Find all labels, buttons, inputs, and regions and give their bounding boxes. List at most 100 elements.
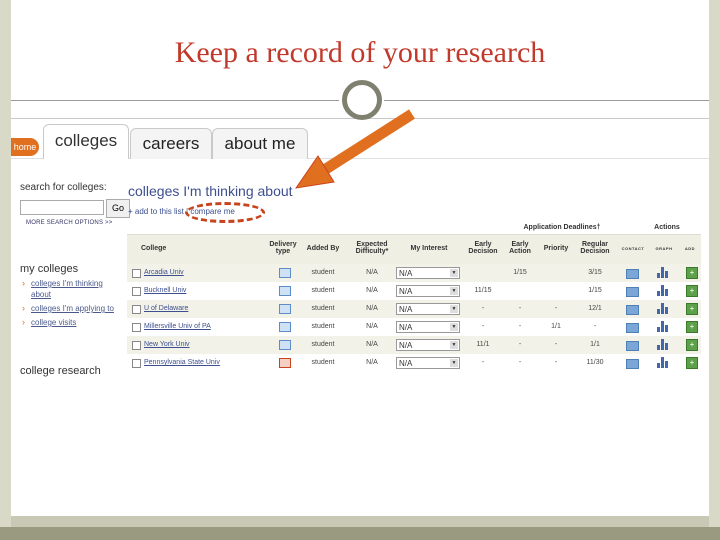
interest-select-value: N/A bbox=[399, 305, 413, 314]
col-difficulty: Expected Difficulty* bbox=[355, 241, 389, 255]
tab-about-me[interactable]: about me bbox=[212, 128, 308, 159]
interest-select[interactable]: N/A ▼ bbox=[396, 357, 460, 369]
college-link[interactable]: Millersville Univ of PA bbox=[144, 318, 211, 336]
slide-title: Keep a record of your research bbox=[174, 36, 546, 69]
more-search-options-link[interactable]: MORE SEARCH OPTIONS >> bbox=[26, 220, 112, 226]
envelope-icon[interactable] bbox=[626, 269, 639, 279]
add-icon[interactable]: + bbox=[686, 303, 698, 315]
col-early-action: Early Action bbox=[509, 241, 531, 255]
add-icon[interactable]: + bbox=[686, 285, 698, 297]
row-checkbox[interactable] bbox=[132, 359, 141, 368]
col-college: College bbox=[141, 244, 167, 252]
bar-chart-icon[interactable] bbox=[657, 267, 668, 278]
chevron-right-icon: › bbox=[22, 303, 25, 313]
bar-chart-icon[interactable] bbox=[657, 303, 668, 314]
difficulty-cell: N/A bbox=[366, 341, 378, 348]
bar-chart-icon[interactable] bbox=[657, 339, 668, 350]
college-link[interactable]: Bucknell Univ bbox=[144, 282, 186, 300]
college-link[interactable]: Pennsylvania State Univ bbox=[144, 354, 220, 372]
col-add: ADD bbox=[684, 245, 696, 251]
chevron-down-icon: ▼ bbox=[450, 341, 458, 349]
bar-chart-icon[interactable] bbox=[657, 285, 668, 296]
added-by-cell: student bbox=[311, 341, 335, 348]
nav-link-thinking[interactable]: › colleges I'm thinking about bbox=[22, 278, 122, 300]
row-checkbox[interactable] bbox=[132, 287, 141, 296]
difficulty-cell: N/A bbox=[366, 323, 378, 330]
priority-cell: - bbox=[554, 359, 558, 366]
early-action-cell: - bbox=[518, 341, 522, 348]
interest-select[interactable]: N/A ▼ bbox=[396, 285, 460, 297]
early-decision-cell: - bbox=[481, 323, 485, 330]
table-row: New York Univ student N/A N/A ▼ 11/1 - - 1/1 + bbox=[127, 336, 701, 354]
envelope-icon[interactable] bbox=[626, 305, 639, 315]
regular-decision-cell: 12/1 bbox=[588, 305, 602, 312]
interest-select[interactable]: N/A ▼ bbox=[396, 321, 460, 333]
interest-select[interactable]: N/A ▼ bbox=[396, 267, 460, 279]
nav-link-label: college visits bbox=[31, 318, 77, 327]
interest-select-value: N/A bbox=[399, 323, 413, 332]
add-icon[interactable]: + bbox=[686, 339, 698, 351]
slide-blank-area bbox=[11, 380, 709, 516]
envelope-icon[interactable] bbox=[626, 359, 639, 369]
envelope-icon[interactable] bbox=[626, 341, 639, 351]
search-label: search for colleges: bbox=[20, 182, 107, 193]
row-checkbox[interactable] bbox=[132, 341, 141, 350]
slide-frame-bottom bbox=[0, 527, 720, 540]
add-icon[interactable]: + bbox=[686, 321, 698, 333]
chevron-right-icon: › bbox=[22, 278, 25, 288]
nav-link-visits[interactable]: › college visits bbox=[22, 317, 122, 328]
delivery-type-icon bbox=[279, 358, 291, 368]
priority-cell: - bbox=[554, 341, 558, 348]
priority-cell bbox=[539, 264, 573, 282]
page-heading: colleges I'm thinking about bbox=[128, 183, 293, 199]
interest-select-value: N/A bbox=[399, 341, 413, 350]
college-link[interactable]: Arcadia Univ bbox=[144, 264, 184, 282]
delivery-type-icon bbox=[279, 304, 291, 314]
add-icon[interactable]: + bbox=[686, 267, 698, 279]
nav-link-applying[interactable]: › colleges I'm applying to bbox=[22, 303, 122, 314]
interest-select[interactable]: N/A ▼ bbox=[396, 303, 460, 315]
bar-chart-icon[interactable] bbox=[657, 321, 668, 332]
college-research-heading[interactable]: college research bbox=[20, 365, 101, 377]
col-added-by: Added By bbox=[306, 244, 340, 252]
delivery-type-icon bbox=[279, 322, 291, 332]
my-colleges-heading[interactable]: my colleges bbox=[20, 263, 78, 275]
envelope-icon[interactable] bbox=[626, 287, 639, 297]
early-decision-cell: 11/15 bbox=[474, 287, 492, 294]
difficulty-cell: N/A bbox=[366, 269, 378, 276]
go-button[interactable]: Go bbox=[106, 199, 130, 218]
early-action-cell: - bbox=[518, 359, 522, 366]
tab-home[interactable]: home bbox=[11, 138, 39, 156]
col-graph: GRAPH bbox=[655, 245, 673, 251]
college-link[interactable]: New York Univ bbox=[144, 336, 190, 354]
add-to-list-link[interactable]: + add to this list bbox=[128, 207, 184, 216]
interest-select-value: N/A bbox=[399, 287, 413, 296]
tab-colleges[interactable]: colleges bbox=[43, 124, 129, 159]
table-row: Pennsylvania State Univ student N/A N/A ▼ - - -… bbox=[127, 354, 701, 372]
difficulty-cell: N/A bbox=[366, 359, 378, 366]
add-icon[interactable]: + bbox=[686, 357, 698, 369]
col-interest: My Interest bbox=[410, 244, 448, 252]
college-link[interactable]: U of Delaware bbox=[144, 300, 188, 318]
regular-decision-cell: 11/30 bbox=[586, 359, 604, 366]
row-checkbox[interactable] bbox=[132, 305, 141, 314]
early-action-cell: - bbox=[518, 323, 522, 330]
col-delivery: Delivery type bbox=[269, 241, 297, 255]
actions-group-header: Actions bbox=[654, 224, 680, 231]
nav-link-label: colleges I'm thinking about bbox=[31, 279, 103, 299]
regular-decision-cell: - bbox=[593, 323, 597, 330]
row-checkbox[interactable] bbox=[132, 269, 141, 278]
chevron-down-icon: ▼ bbox=[450, 359, 458, 367]
row-checkbox[interactable] bbox=[132, 323, 141, 332]
search-input[interactable] bbox=[20, 200, 104, 215]
col-contact: CONTACT bbox=[621, 245, 645, 251]
envelope-icon[interactable] bbox=[626, 323, 639, 333]
difficulty-cell: N/A bbox=[366, 287, 378, 294]
interest-select[interactable]: N/A ▼ bbox=[396, 339, 460, 351]
added-by-cell: student bbox=[311, 359, 335, 366]
col-regular-decision: Regular Decision bbox=[580, 241, 610, 255]
tab-careers[interactable]: careers bbox=[130, 128, 212, 159]
bar-chart-icon[interactable] bbox=[657, 357, 668, 368]
early-decision-cell: - bbox=[481, 359, 485, 366]
priority-cell: 1/1 bbox=[551, 323, 561, 330]
